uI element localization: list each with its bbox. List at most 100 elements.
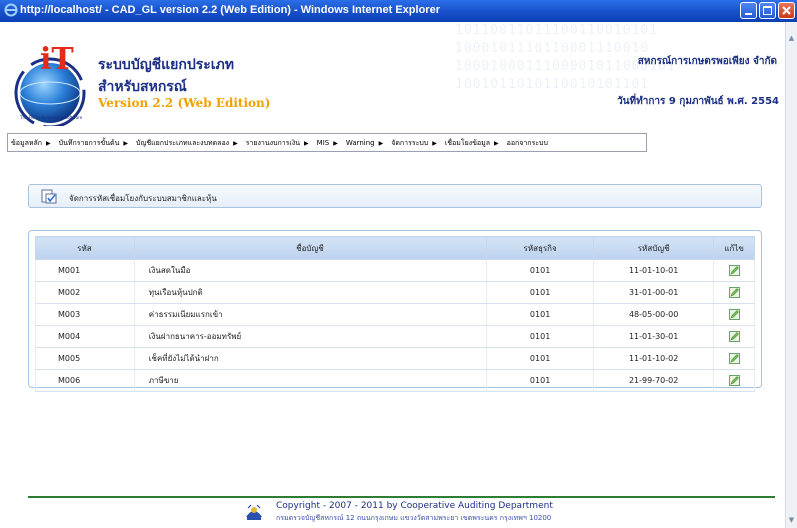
cell-account-name: ภาษีขาย bbox=[133, 369, 488, 392]
maximize-button[interactable] bbox=[759, 2, 776, 19]
binary-row: 10110011011100110010101 bbox=[455, 23, 659, 38]
edit-icon[interactable] bbox=[728, 287, 740, 298]
cooperative-auditing-department-logo-icon bbox=[246, 504, 262, 520]
menu-arrow-icon: ▶ bbox=[304, 140, 309, 147]
system-title-line2: สำหรับสหกรณ์ bbox=[98, 79, 187, 95]
cell-account-code: 21-99-70-02 bbox=[593, 369, 715, 392]
internet-explorer-icon bbox=[4, 3, 18, 17]
cooperative-name: สหกรณ์การเกษตรพอเพียง จำกัด bbox=[637, 56, 777, 67]
column-header-edit: แก้ไข bbox=[713, 236, 755, 260]
work-date: วันที่ทำการ 9 กุมภาพันธ์ พ.ศ. 2554 bbox=[617, 96, 779, 107]
menu-arrow-icon: ▶ bbox=[123, 140, 128, 147]
table-row: M002 ทุนเรือนหุ้นปกติ 0101 31-01-00-01 bbox=[35, 281, 755, 304]
column-header-code: รหัส bbox=[35, 236, 135, 260]
menu-arrow-icon: ▶ bbox=[378, 140, 384, 147]
cell-account-code: 48-05-00-00 bbox=[593, 303, 715, 326]
menu-arrow-icon: ▶ bbox=[494, 140, 499, 147]
table-row: M001 เงินสดในมือ 0101 11-01-10-01 bbox=[35, 259, 755, 282]
edit-icon[interactable] bbox=[728, 309, 740, 320]
browser-window: http://localhost/ - CAD_GL version 2.2 (… bbox=[0, 0, 797, 528]
menu-item-mis[interactable]: MIS bbox=[314, 135, 330, 147]
linking-codes-panel: รหัส ชื่อบัญชี รหัสธุรกิจ รหัสบัญชี แก้ไ… bbox=[28, 230, 762, 392]
logo-letters: iT bbox=[40, 42, 74, 77]
logo-ring-text: The Fiscal Accounting Software bbox=[19, 115, 83, 120]
scroll-down-arrow-icon[interactable]: ▼ bbox=[786, 514, 797, 526]
table-row: M005 เช็คที่ยังไม่ได้นำฝาก 0101 11-01-10… bbox=[35, 347, 755, 370]
cell-account-name: เงินฝากธนาคาร-ออมทรัพย์ bbox=[133, 325, 488, 348]
menu-arrow-icon: ▶ bbox=[432, 140, 437, 147]
menu-arrow-icon: ▶ bbox=[233, 140, 238, 147]
cell-account-code: 11-01-10-02 bbox=[593, 347, 715, 370]
edit-icon[interactable] bbox=[728, 375, 740, 386]
scroll-up-arrow-icon[interactable]: ▲ bbox=[786, 32, 797, 44]
cell-account-name: ค่าธรรมเนียมแรกเข้า bbox=[133, 303, 488, 326]
column-header-business-code: รหัสธุรกิจ bbox=[486, 236, 595, 260]
vertical-scrollbar[interactable]: ▲ ▼ bbox=[785, 22, 797, 528]
menu-item-data-linking[interactable]: เชื่อมโยงข้อมูล bbox=[442, 134, 490, 149]
minimize-button[interactable] bbox=[740, 2, 757, 19]
edit-icon[interactable] bbox=[728, 353, 740, 364]
document-check-icon bbox=[41, 189, 57, 204]
cell-code: M005 bbox=[35, 347, 135, 370]
cell-edit bbox=[713, 325, 755, 348]
menu-item-ledger-trial-balance[interactable]: บัญชีแยกประเภทและงบทดลอง bbox=[133, 134, 229, 149]
menu-item-financial-reports[interactable]: รายงานงบการเงิน bbox=[243, 134, 300, 149]
cell-business-code: 0101 bbox=[486, 281, 595, 304]
menu-arrow-icon: ▶ bbox=[333, 140, 338, 147]
minimize-icon bbox=[745, 13, 752, 15]
binary-row: 1001011010110010101101 bbox=[455, 77, 650, 92]
table-header-row: รหัส ชื่อบัญชี รหัสธุรกิจ รหัสบัญชี แก้ไ… bbox=[35, 236, 755, 260]
cell-code: M003 bbox=[35, 303, 135, 326]
menu-item-warning[interactable]: Warning bbox=[343, 135, 375, 147]
cell-account-name: ทุนเรือนหุ้นปกติ bbox=[133, 281, 488, 304]
cell-edit bbox=[713, 281, 755, 304]
cell-business-code: 0101 bbox=[486, 369, 595, 392]
cell-account-name: เงินสดในมือ bbox=[133, 259, 488, 282]
edit-icon[interactable] bbox=[728, 331, 740, 342]
linking-codes-table: รหัส ชื่อบัญชี รหัสธุรกิจ รหัสบัญชี แก้ไ… bbox=[35, 236, 755, 392]
cell-code: M004 bbox=[35, 325, 135, 348]
cell-account-code: 31-01-00-01 bbox=[593, 281, 715, 304]
footer-copyright: Copyright - 2007 - 2011 by Cooperative A… bbox=[276, 501, 553, 511]
system-title-line1: ระบบบัญชีแยกประเภท bbox=[98, 57, 235, 73]
cell-business-code: 0101 bbox=[486, 325, 595, 348]
cell-code: M006 bbox=[35, 369, 135, 392]
main-menu: ข้อมูลหลัก ▶ บันทึกรายการขั้นต้น ▶ บัญชีแยกป… bbox=[7, 133, 647, 152]
column-header-account-code: รหัสบัญชี bbox=[593, 236, 715, 260]
cell-business-code: 0101 bbox=[486, 347, 595, 370]
table-row: M006 ภาษีขาย 0101 21-99-70-02 bbox=[35, 369, 755, 392]
close-button[interactable] bbox=[778, 2, 795, 19]
footer-divider bbox=[28, 496, 775, 498]
browser-title-bar: http://localhost/ - CAD_GL version 2.2 (… bbox=[0, 0, 797, 22]
system-version: Version 2.2 (Web Edition) bbox=[98, 96, 271, 110]
menu-item-logout[interactable]: ออกจากระบบ bbox=[504, 134, 548, 149]
app-header: 10110011011100110010101 1000101110110001… bbox=[0, 22, 785, 126]
table-row: M004 เงินฝากธนาคาร-ออมทรัพย์ 0101 11-01-… bbox=[35, 325, 755, 348]
menu-item-master-data[interactable]: ข้อมูลหลัก bbox=[8, 134, 42, 149]
close-icon bbox=[782, 6, 791, 15]
footer-address: กรมตรวจบัญชีสหกรณ์ 12 ถนนกรุงเกษม แขวงวั… bbox=[276, 514, 552, 522]
cell-code: M002 bbox=[35, 281, 135, 304]
page-title: จัดการรหัสเชื่อมโยงกับระบบสมาชิกและหุ้น bbox=[69, 194, 217, 203]
cell-account-name: เช็คที่ยังไม่ได้นำฝาก bbox=[133, 347, 488, 370]
menu-arrow-icon: ▶ bbox=[46, 140, 51, 147]
menu-item-system-management[interactable]: จัดการระบบ bbox=[388, 134, 428, 149]
cell-account-code: 11-01-10-01 bbox=[593, 259, 715, 282]
browser-title: http://localhost/ - CAD_GL version 2.2 (… bbox=[20, 4, 440, 16]
cell-edit bbox=[713, 259, 755, 282]
cell-account-code: 11-01-30-01 bbox=[593, 325, 715, 348]
cell-edit bbox=[713, 369, 755, 392]
cell-edit bbox=[713, 303, 755, 326]
cell-business-code: 0101 bbox=[486, 303, 595, 326]
page-heading-box: จัดการรหัสเชื่อมโยงกับระบบสมาชิกและหุ้น bbox=[28, 184, 762, 208]
column-header-account-name: ชื่อบัญชี bbox=[133, 236, 488, 260]
cell-business-code: 0101 bbox=[486, 259, 595, 282]
table-row: M003 ค่าธรรมเนียมแรกเข้า 0101 48-05-00-0… bbox=[35, 303, 755, 326]
it-logo: iT The Fiscal Accounting Software bbox=[14, 42, 86, 126]
edit-icon[interactable] bbox=[728, 265, 740, 276]
maximize-icon bbox=[763, 6, 772, 15]
menu-item-initial-entries[interactable]: บันทึกรายการขั้นต้น bbox=[56, 134, 120, 149]
cell-code: M001 bbox=[35, 259, 135, 282]
binary-background-pattern: 10110011011100110010101 1000101110110001… bbox=[455, 22, 785, 126]
cell-edit bbox=[713, 347, 755, 370]
